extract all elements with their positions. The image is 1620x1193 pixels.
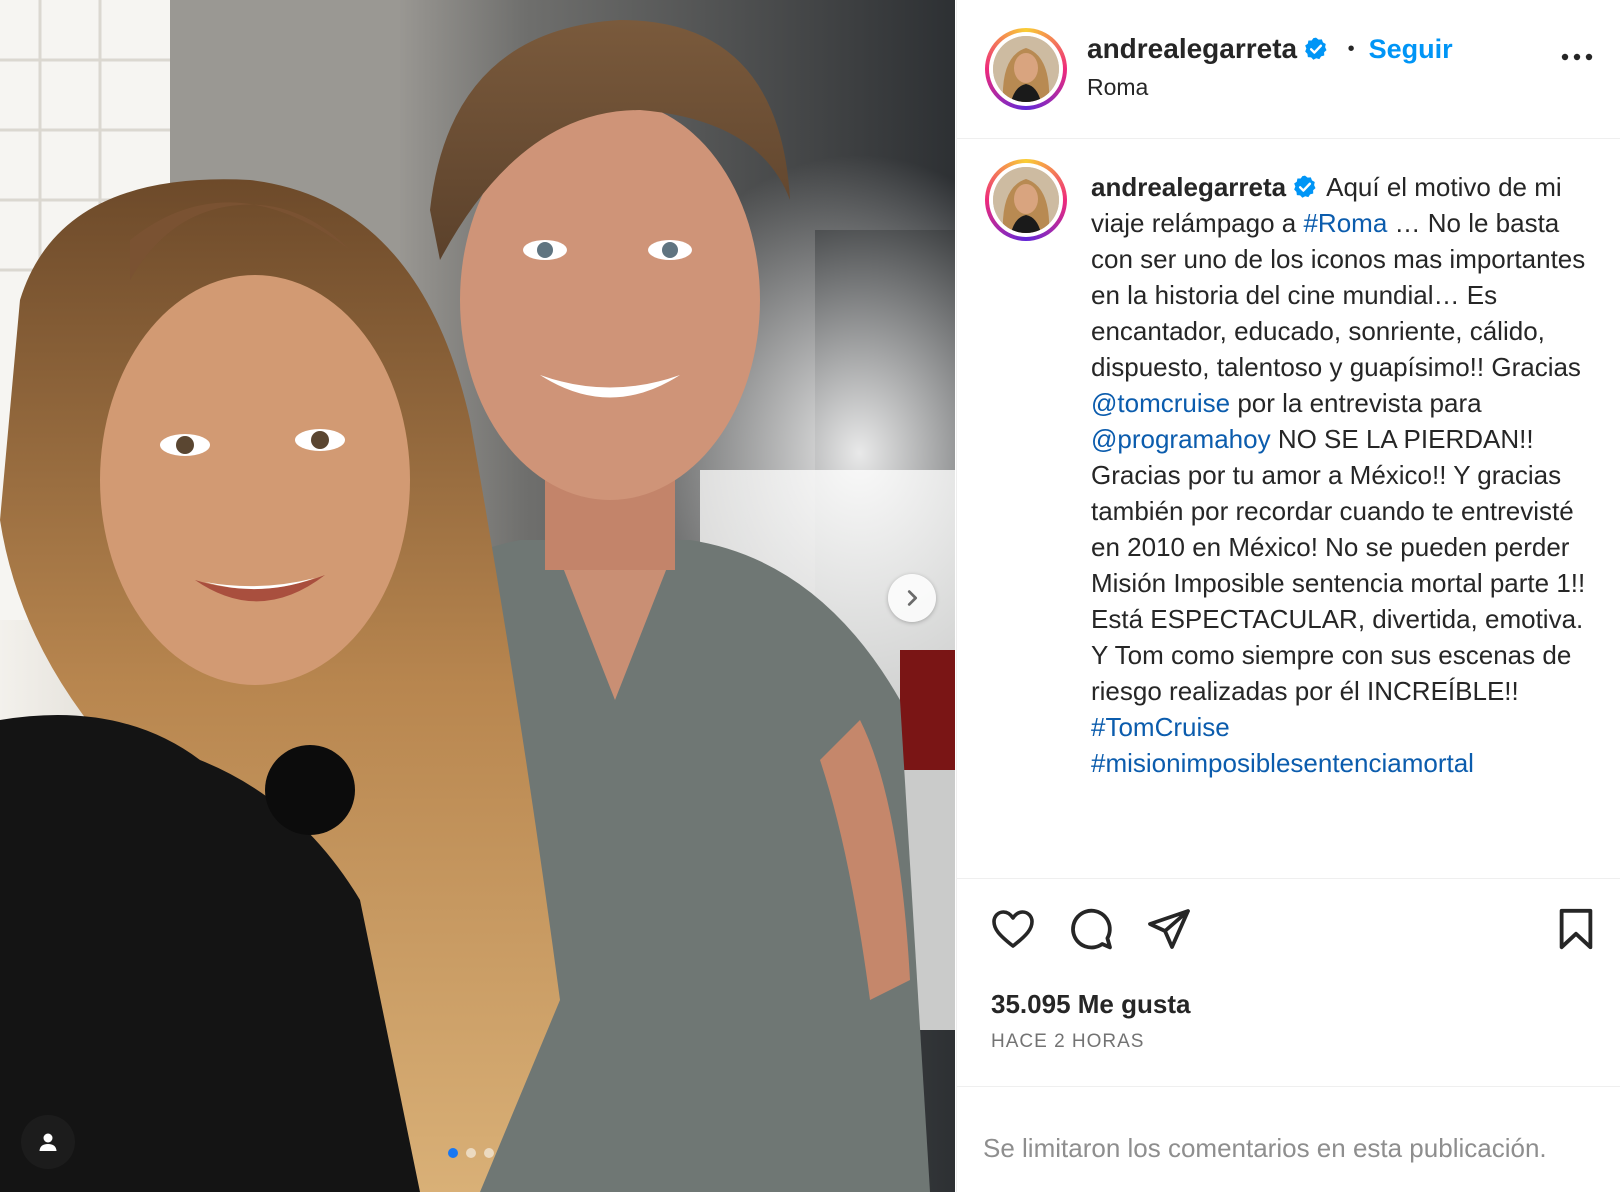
comment-icon[interactable] — [1067, 905, 1115, 953]
header-user-row: andrealegarreta • Seguir — [1087, 33, 1453, 65]
bookmark-icon[interactable] — [1553, 905, 1599, 953]
mention-link[interactable]: @tomcruise — [1091, 388, 1230, 418]
avatar-image — [993, 36, 1059, 102]
chevron-right-icon — [907, 590, 918, 606]
follow-button[interactable]: Seguir — [1369, 34, 1453, 64]
avatar[interactable] — [985, 28, 1067, 110]
caption-scroll-area[interactable]: andrealegarreta Aquí el motivo de mi viaj… — [957, 139, 1620, 877]
caption-avatar[interactable] — [985, 159, 1067, 241]
more-options-icon[interactable] — [1561, 52, 1593, 62]
verified-badge-icon — [1294, 175, 1316, 198]
caption-segment: NO SE LA PIERDAN!! Gracias por tu amor a… — [1091, 424, 1586, 706]
selfie-photo — [0, 0, 955, 1192]
likes-count[interactable]: 35.095 Me gusta — [991, 989, 1190, 1020]
carousel-dot — [466, 1148, 476, 1158]
comments-limited-notice: Se limitaron los comentarios en esta pub… — [957, 1086, 1620, 1193]
hashtag-link[interactable]: #Roma — [1303, 208, 1387, 238]
verified-badge-icon — [1305, 37, 1327, 60]
caption-text: Aquí el motivo de mi viaje relámpago a #… — [1091, 172, 1585, 778]
carousel-indicator — [448, 1148, 494, 1158]
location-link[interactable]: Roma — [1087, 74, 1148, 101]
post-photo[interactable] — [0, 0, 955, 1192]
tagged-users-button[interactable] — [21, 1115, 75, 1169]
caption-segment: por la entrevista para — [1230, 388, 1482, 418]
post-caption: andrealegarreta Aquí el motivo de mi viaj… — [1091, 169, 1591, 781]
username[interactable]: andrealegarreta — [1087, 33, 1297, 64]
post-timestamp[interactable]: HACE 2 HORAS — [991, 1031, 1144, 1053]
heart-icon[interactable] — [989, 905, 1037, 953]
next-photo-button[interactable] — [888, 574, 936, 622]
hashtag-link[interactable]: #TomCruise — [1091, 712, 1230, 742]
send-icon[interactable] — [1145, 905, 1193, 953]
post-sidebar: andrealegarreta • Seguir Roma andrealegar… — [956, 0, 1620, 1192]
carousel-dot — [484, 1148, 494, 1158]
comments-limited-text: Se limitaron los comentarios en esta pub… — [983, 1133, 1547, 1163]
caption-username[interactable]: andrealegarreta — [1091, 172, 1286, 202]
post-actions: 35.095 Me gusta HACE 2 HORAS — [957, 878, 1620, 1087]
post-header: andrealegarreta • Seguir Roma — [957, 0, 1620, 139]
separator-dot: • — [1347, 38, 1355, 60]
avatar-image — [993, 167, 1059, 233]
carousel-dot — [448, 1148, 458, 1158]
hashtag-link[interactable]: #misionimposiblesentenciamortal — [1091, 748, 1474, 778]
user-tag-icon — [39, 1133, 57, 1151]
mention-link[interactable]: @programahoy — [1091, 424, 1271, 454]
